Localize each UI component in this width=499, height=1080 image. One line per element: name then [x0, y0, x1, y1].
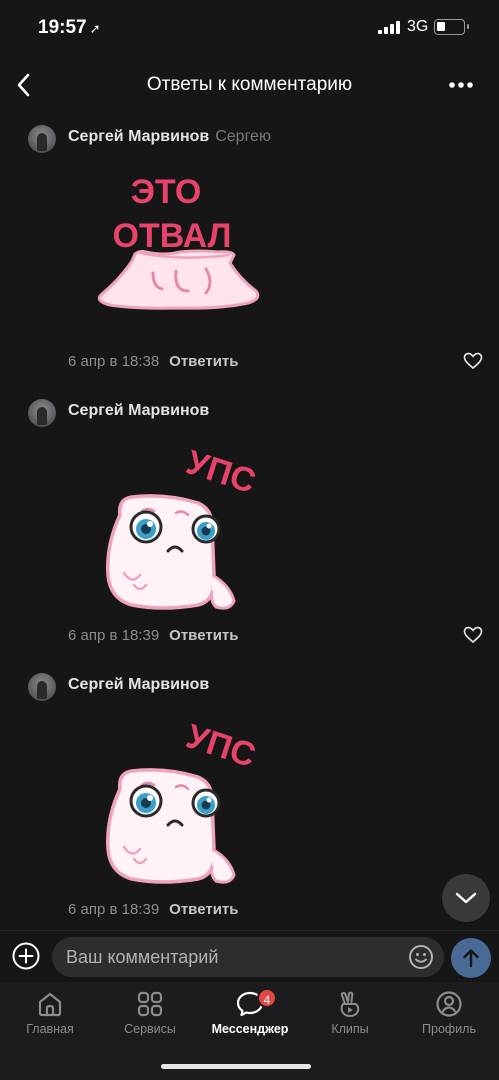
tab-clips[interactable]: Клипы	[305, 990, 395, 1042]
unread-badge: 4	[257, 988, 277, 1008]
battery-icon	[434, 19, 469, 35]
comment-item: Сергей Марвинов УПС 6 апр в 18:39 Ответит…	[0, 673, 499, 935]
home-indicator	[161, 1064, 311, 1069]
comment-author-line: Сергей Марвинов Сергею	[68, 128, 271, 146]
comment-item: Сергей Марвинов УПС 6 апр в 18:39 Ответит…	[0, 399, 499, 661]
reply-button[interactable]: Ответить	[169, 353, 238, 370]
avatar[interactable]	[28, 399, 56, 427]
comment-author-line: Сергей Марвинов	[68, 402, 209, 420]
reply-button[interactable]: Ответить	[169, 901, 238, 918]
sticker-text: УПС	[182, 443, 260, 501]
reply-button[interactable]: Ответить	[169, 627, 238, 644]
tab-label: Сервисы	[124, 1022, 176, 1036]
avatar[interactable]	[28, 673, 56, 701]
sticker-text: УПС	[182, 717, 260, 775]
tab-label: Профиль	[422, 1022, 476, 1036]
comment-author[interactable]: Сергей Марвинов	[68, 402, 209, 419]
comment-date: 6 апр в 18:39	[68, 901, 160, 918]
sticker-image[interactable]: УПС	[80, 699, 280, 889]
status-time: 19:57 ➚	[38, 17, 101, 38]
comment-meta: 6 апр в 18:39 Ответить	[68, 627, 239, 644]
services-icon	[137, 991, 163, 1017]
comment-meta: 6 апр в 18:38 Ответить	[68, 353, 239, 370]
sticker-image[interactable]: УПС	[80, 425, 280, 615]
comment-date: 6 апр в 18:39	[68, 627, 160, 644]
more-button[interactable]	[447, 75, 477, 95]
location-arrow-icon: ➚	[89, 21, 101, 36]
comment-author-line: Сергей Марвинов	[68, 676, 209, 694]
comment-item: Сергей Марвинов Сергею ЭТО ОТВАЛ 6 апр в …	[0, 125, 499, 387]
sticker-text: ОТВАЛ	[113, 217, 232, 255]
tab-label: Главная	[26, 1022, 74, 1036]
comment-meta: 6 апр в 18:39 Ответить	[68, 901, 239, 918]
tab-profile[interactable]: Профиль	[404, 990, 494, 1042]
comment-composer	[0, 930, 499, 982]
more-dots-icon	[449, 82, 473, 88]
add-attachment-icon[interactable]	[11, 941, 41, 971]
home-icon	[38, 992, 62, 1017]
scroll-down-button[interactable]	[442, 874, 490, 922]
network-type: 3G	[407, 18, 429, 35]
profile-icon	[436, 991, 462, 1017]
sticker-text: ЭТО	[131, 173, 202, 211]
comment-author[interactable]: Сергей Марвинов	[68, 676, 209, 693]
status-bar: 19:57 ➚ 3G	[0, 0, 499, 56]
tab-home[interactable]: Главная	[5, 990, 95, 1042]
page-title: Ответы к комментарию	[146, 74, 353, 95]
send-button[interactable]	[451, 938, 491, 978]
emoji-icon[interactable]	[408, 944, 434, 970]
arrow-up-icon	[463, 949, 479, 968]
comment-date: 6 апр в 18:38	[68, 353, 160, 370]
header: Ответы к комментарию	[0, 56, 499, 116]
signal-icon	[378, 21, 400, 34]
heart-icon[interactable]	[463, 352, 483, 370]
reply-to-name[interactable]: Сергею	[215, 128, 271, 145]
heart-icon[interactable]	[463, 626, 483, 644]
tab-messenger[interactable]: 4 Мессенджер	[205, 988, 295, 1042]
tab-services[interactable]: Сервисы	[105, 990, 195, 1042]
sticker-image[interactable]: ЭТО ОТВАЛ	[80, 151, 280, 341]
tab-label: Клипы	[331, 1022, 369, 1036]
comment-author[interactable]: Сергей Марвинов	[68, 128, 209, 145]
avatar[interactable]	[28, 125, 56, 153]
chevron-down-icon	[455, 892, 477, 904]
tab-label: Мессенджер	[211, 1022, 289, 1036]
clips-icon	[340, 991, 360, 1017]
comment-input[interactable]	[52, 937, 444, 977]
